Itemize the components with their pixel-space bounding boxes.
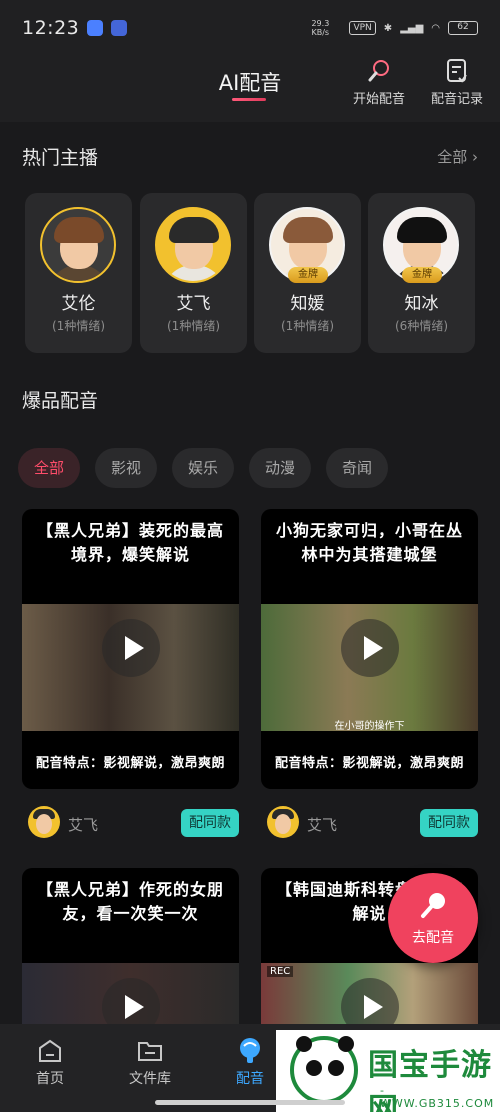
dub-same-button[interactable]: 配同款	[181, 809, 239, 837]
status-time: 12:23	[22, 17, 80, 39]
record-list-icon	[422, 56, 492, 86]
avatar-hair	[169, 217, 219, 243]
microphone-icon	[418, 889, 450, 925]
wifi-icon: ◠	[431, 22, 440, 34]
play-icon[interactable]	[102, 619, 160, 677]
tab-dubbing-label: 配音	[236, 1071, 264, 1087]
app-notification-icon-2	[111, 20, 128, 36]
author-avatar	[267, 806, 299, 838]
author-avatar	[28, 806, 60, 838]
host-card[interactable]: 金牌 知媛 (1种情绪)	[254, 193, 361, 353]
host-emotions: (1种情绪)	[52, 319, 105, 333]
video-title: 【黑人兄弟】作死的女朋友，看一次笑一次	[36, 880, 224, 923]
title-underline	[232, 98, 266, 101]
author-name: 艾飞	[68, 816, 99, 834]
filter-chip-entertainment[interactable]: 娱乐	[172, 448, 234, 488]
panda-eye	[306, 1060, 322, 1076]
signal-icon: ▂▄▆	[400, 22, 424, 34]
microphone-icon	[344, 56, 414, 86]
play-icon[interactable]	[341, 619, 399, 677]
start-dubbing-button[interactable]: 开始配音	[344, 56, 414, 107]
see-all-link[interactable]: 全部 ›	[437, 146, 478, 167]
vpn-badge: VPN	[349, 21, 376, 35]
host-name: 艾飞	[176, 294, 211, 314]
tab-library-label: 文件库	[129, 1071, 171, 1087]
avatar-hair	[397, 217, 447, 243]
host-emotions: (6种情绪)	[395, 319, 448, 333]
panda-eye	[328, 1060, 344, 1076]
folder-icon	[110, 1034, 190, 1068]
gold-badge: 金牌	[288, 267, 328, 283]
tab-home-label: 首页	[36, 1071, 64, 1087]
dub-same-button[interactable]: 配同款	[420, 809, 478, 837]
filter-chip-anime[interactable]: 动漫	[249, 448, 311, 488]
see-all-label: 全部	[437, 148, 468, 166]
go-dub-fab[interactable]: 去配音	[388, 873, 478, 963]
watermark-url: - WWW.GB315.COM -	[380, 1084, 495, 1112]
start-dubbing-label: 开始配音	[352, 92, 405, 107]
hot-hosts-title: 热门主播	[22, 147, 99, 169]
video-card[interactable]: 【黑人兄弟】装死的最高境界，爆笑解说 配音特点：影视解说，激昂爽朗	[22, 509, 239, 789]
avatar-hair	[283, 217, 333, 243]
panda-ear	[338, 1036, 354, 1052]
play-triangle	[364, 636, 383, 660]
video-feature: 配音特点：影视解说，激昂爽朗	[35, 756, 225, 771]
chevron-right-icon: ›	[472, 148, 478, 166]
avatar-face	[275, 814, 291, 834]
gold-badge: 金牌	[402, 267, 442, 283]
host-card[interactable]: 艾飞 (1种情绪)	[140, 193, 247, 353]
net-speed: 29.3 KB/s	[311, 19, 330, 37]
panda-ear	[296, 1036, 312, 1052]
filter-chip-oddities[interactable]: 奇闻	[326, 448, 388, 488]
avatar	[155, 207, 231, 283]
video-title: 【黑人兄弟】装死的最高境界，爆笑解说	[36, 521, 224, 564]
app-notification-icon	[87, 20, 104, 36]
play-triangle	[125, 636, 144, 660]
host-emotions: (1种情绪)	[167, 319, 220, 333]
video-title: 小狗无家可归，小哥在丛林中为其搭建城堡	[275, 521, 463, 564]
go-dub-label: 去配音	[412, 930, 454, 946]
tab-home[interactable]: 首页	[10, 1034, 90, 1088]
dubbing-history-label: 配音记录	[430, 92, 483, 107]
home-icon	[10, 1034, 90, 1068]
home-indicator[interactable]	[155, 1100, 345, 1105]
status-bar: 12:23 29.3 KB/s VPN ✱ ▂▄▆ ◠ 62	[0, 0, 500, 56]
status-indicators: 29.3 KB/s VPN ✱ ▂▄▆ ◠ 62	[311, 19, 478, 37]
host-name: 知冰	[404, 294, 439, 314]
avatar	[40, 207, 116, 283]
battery-icon: 62	[448, 21, 478, 35]
bluetooth-icon: ✱	[383, 22, 393, 34]
video-feature: 配音特点：影视解说，激昂爽朗	[274, 756, 464, 771]
video-subtitle: 在小哥的操作下	[334, 721, 405, 732]
rec-label: REC	[267, 966, 294, 977]
host-name: 知媛	[290, 294, 325, 314]
video-card[interactable]: 小狗无家可归，小哥在丛林中为其搭建城堡 在小哥的操作下 配音特点：影视解说，激昂…	[261, 509, 478, 789]
author-name: 艾飞	[307, 816, 338, 834]
avatar-face	[36, 814, 52, 834]
host-emotions: (1种情绪)	[281, 319, 334, 333]
tab-library[interactable]: 文件库	[110, 1034, 190, 1088]
play-triangle	[364, 995, 383, 1019]
top-bar: AI配音 开始配音 配音记录	[0, 56, 500, 122]
avatar-hair	[54, 217, 104, 243]
filter-chip-all[interactable]: 全部	[18, 448, 80, 488]
host-card[interactable]: 艾伦 (1种情绪)	[25, 193, 132, 353]
hits-title: 爆品配音	[22, 390, 99, 412]
dubbing-history-button[interactable]: 配音记录	[422, 56, 492, 107]
panda-logo-icon	[290, 1036, 358, 1104]
host-name: 艾伦	[61, 294, 96, 314]
filter-chip-film[interactable]: 影视	[95, 448, 157, 488]
host-card[interactable]: 金牌 知冰 (6种情绪)	[368, 193, 475, 353]
play-triangle	[125, 995, 144, 1019]
